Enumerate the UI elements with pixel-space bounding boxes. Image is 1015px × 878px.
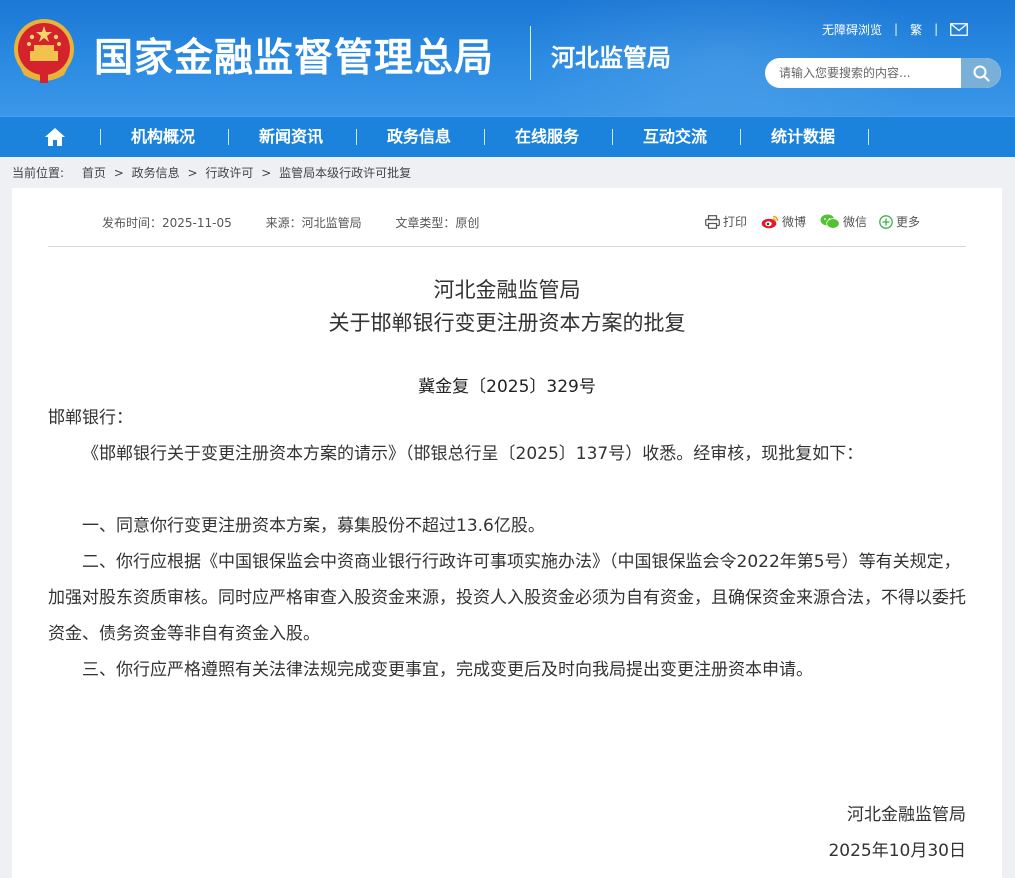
link-separator: |	[934, 22, 939, 36]
top-links: 无障碍浏览 | 繁 |	[822, 19, 969, 39]
article-title-line1: 河北金融监管局	[433, 278, 581, 302]
weibo-label: 微博	[782, 215, 807, 229]
printer-icon	[705, 214, 720, 229]
more-share-button[interactable]: 更多	[879, 213, 920, 230]
document-number: 冀金复〔2025〕329号	[418, 377, 596, 397]
body-paragraph-1: 《邯郸银行关于变更注册资本方案的请示》（邯银总行呈〔2025〕137号）收悉。经…	[82, 444, 864, 464]
weibo-share-button[interactable]: 微博	[761, 213, 806, 230]
accessibility-link[interactable]: 无障碍浏览	[822, 21, 882, 38]
print-label: 打印	[723, 215, 748, 229]
search-box	[765, 58, 1001, 88]
nav-separator	[356, 129, 357, 145]
nav-separator	[612, 129, 613, 145]
site-title[interactable]: 国家金融监督管理总局	[94, 27, 494, 83]
link-separator: |	[894, 22, 899, 36]
breadcrumb-separator: >	[261, 166, 272, 180]
sub-site-title[interactable]: 河北监管局	[551, 38, 671, 73]
breadcrumb-label: 当前位置:	[12, 166, 65, 180]
nav-separator	[100, 129, 101, 145]
wechat-label: 微信	[843, 215, 868, 229]
mail-icon[interactable]	[950, 22, 969, 36]
article-meta: 发布时间：2025-11-05 来源：河北监管局 文章类型：原创	[102, 214, 509, 231]
national-emblem-icon[interactable]	[12, 17, 76, 85]
breadcrumb-government-info[interactable]: 政务信息	[132, 166, 180, 180]
share-bar: 打印 微博 微信 更多	[705, 213, 928, 230]
nav-separator	[740, 129, 741, 145]
site-header: 国家金融监督管理总局 河北监管局 无障碍浏览 | 繁 |	[0, 0, 1015, 116]
search-button[interactable]	[961, 58, 1001, 88]
body-paragraph-3: 二、你行应根据《中国银保监会中资商业银行行政许可事项实施办法》（中国银保监会令2…	[48, 552, 966, 644]
print-button[interactable]: 打印	[705, 213, 747, 230]
article-title-line2: 关于邯郸银行变更注册资本方案的批复	[328, 311, 686, 335]
nav-separator	[484, 129, 485, 145]
article-type: 文章类型：原创	[395, 216, 480, 230]
signature: 河北金融监管局	[847, 805, 966, 825]
salutation: 邯郸银行：	[48, 408, 133, 428]
nav-item-online-services[interactable]: 在线服务	[515, 117, 579, 157]
breadcrumb: 当前位置: 首页 > 政务信息 > 行政许可 > 监管局本级行政许可批复	[12, 164, 411, 180]
wechat-icon	[820, 214, 840, 229]
home-icon[interactable]	[44, 127, 66, 147]
nav-separator	[868, 129, 869, 145]
search-icon	[973, 65, 989, 81]
signature-date: 2025年10月30日	[828, 841, 966, 861]
article-panel: 发布时间：2025-11-05 来源：河北监管局 文章类型：原创 打印 微博 微…	[12, 188, 1002, 878]
breadcrumb-current[interactable]: 监管局本级行政许可批复	[279, 166, 411, 180]
breadcrumb-separator: >	[113, 166, 124, 180]
nav-separator	[228, 129, 229, 145]
nav-item-interaction[interactable]: 互动交流	[643, 117, 707, 157]
plus-circle-icon	[879, 214, 893, 229]
wechat-share-button[interactable]: 微信	[820, 213, 867, 230]
main-nav: 机构概况 新闻资讯 政务信息 在线服务 互动交流 统计数据	[0, 116, 1015, 157]
more-label: 更多	[896, 215, 921, 229]
nav-item-about[interactable]: 机构概况	[131, 117, 195, 157]
nav-item-news[interactable]: 新闻资讯	[259, 117, 323, 157]
weibo-icon	[761, 215, 779, 229]
body-paragraph-4: 三、你行应严格遵照有关法律法规完成变更事宜，完成变更后及时向我局提出变更注册资本…	[82, 660, 813, 680]
nav-item-government-info[interactable]: 政务信息	[387, 117, 451, 157]
breadcrumb-home[interactable]: 首页	[82, 166, 106, 180]
divider-line	[48, 246, 966, 247]
search-input[interactable]	[779, 58, 959, 88]
breadcrumb-separator: >	[187, 166, 198, 180]
article-source: 来源：河北监管局	[265, 216, 362, 230]
traditional-chinese-link[interactable]: 繁	[910, 21, 922, 38]
nav-item-statistics[interactable]: 统计数据	[771, 117, 835, 157]
breadcrumb-admin-license[interactable]: 行政许可	[205, 166, 253, 180]
body-paragraph-2: 一、同意你行变更注册资本方案，募集股份不超过13.6亿股。	[82, 516, 545, 536]
publish-date: 发布时间：2025-11-05	[102, 216, 232, 230]
title-divider	[530, 26, 531, 80]
